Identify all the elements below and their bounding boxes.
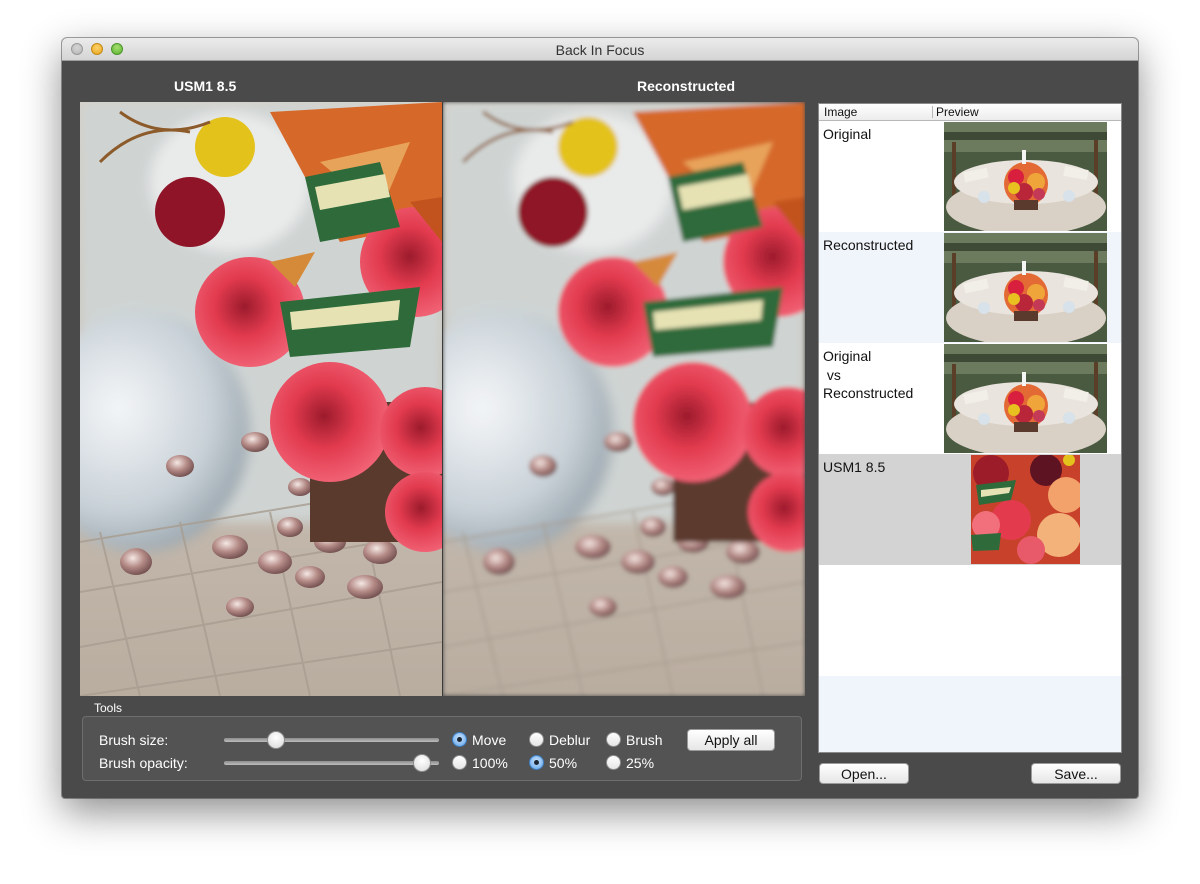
opacity-100-radio[interactable] (452, 755, 467, 770)
mode-move-label[interactable]: Move (472, 732, 506, 748)
table-row-selected[interactable]: USM1 8.5 (819, 454, 1121, 565)
tools-group: Brush size: Brush opacity: Move Deblur B… (82, 716, 802, 781)
brush-size-slider[interactable] (224, 730, 439, 750)
window-title: Back In Focus (555, 42, 645, 58)
brush-size-label: Brush size: (99, 732, 169, 748)
left-pane-label: USM1 8.5 (174, 78, 237, 94)
image-table[interactable]: Image Preview Original Reconstructed Ori… (818, 103, 1122, 753)
row-label: USM1 8.5 (823, 459, 886, 475)
table-header: Image Preview (819, 104, 1121, 121)
slider-knob[interactable] (267, 731, 285, 749)
row-label: Reconstructed (823, 237, 914, 253)
slider-track (224, 761, 439, 765)
main-window: Back In Focus USM1 8.5 Reconstructed Too… (62, 38, 1138, 798)
preview-thumbnail (944, 233, 1107, 342)
left-image-pane[interactable] (80, 102, 442, 696)
column-header-image[interactable]: Image (824, 105, 857, 119)
row-label: Original vs Reconstructed (823, 348, 914, 401)
opacity-50-label[interactable]: 50% (549, 755, 577, 771)
table-row[interactable]: Reconstructed (819, 232, 1121, 343)
right-image (443, 102, 805, 696)
brush-opacity-slider[interactable] (224, 753, 439, 773)
save-button[interactable]: Save... (1031, 763, 1121, 784)
table-row[interactable]: Original vs Reconstructed (819, 343, 1121, 454)
mode-move-radio[interactable] (452, 732, 467, 747)
opacity-50-radio[interactable] (529, 755, 544, 770)
right-image-pane[interactable] (443, 102, 805, 696)
slider-knob[interactable] (413, 754, 431, 772)
opacity-25-label[interactable]: 25% (626, 755, 654, 771)
preview-thumbnail (971, 455, 1080, 564)
table-empty-row (819, 676, 1121, 752)
row-label: Original (823, 126, 872, 142)
mode-brush-label[interactable]: Brush (626, 732, 663, 748)
open-button[interactable]: Open... (819, 763, 909, 784)
mode-deblur-label[interactable]: Deblur (549, 732, 590, 748)
tools-group-label: Tools (94, 701, 123, 715)
brush-opacity-label: Brush opacity: (99, 755, 188, 771)
column-header-preview[interactable]: Preview (936, 105, 979, 119)
mode-brush-radio[interactable] (606, 732, 621, 747)
mode-deblur-radio[interactable] (529, 732, 544, 747)
right-pane-label: Reconstructed (637, 78, 736, 94)
column-separator[interactable] (932, 106, 933, 118)
slider-track (224, 738, 439, 742)
preview-thumbnail (944, 122, 1107, 231)
opacity-25-radio[interactable] (606, 755, 621, 770)
title-bar[interactable]: Back In Focus (62, 38, 1138, 61)
apply-all-button[interactable]: Apply all (687, 729, 775, 751)
preview-thumbnail (944, 344, 1107, 453)
left-image (80, 102, 442, 696)
table-row[interactable]: Original (819, 121, 1121, 232)
opacity-100-label[interactable]: 100% (472, 755, 508, 771)
